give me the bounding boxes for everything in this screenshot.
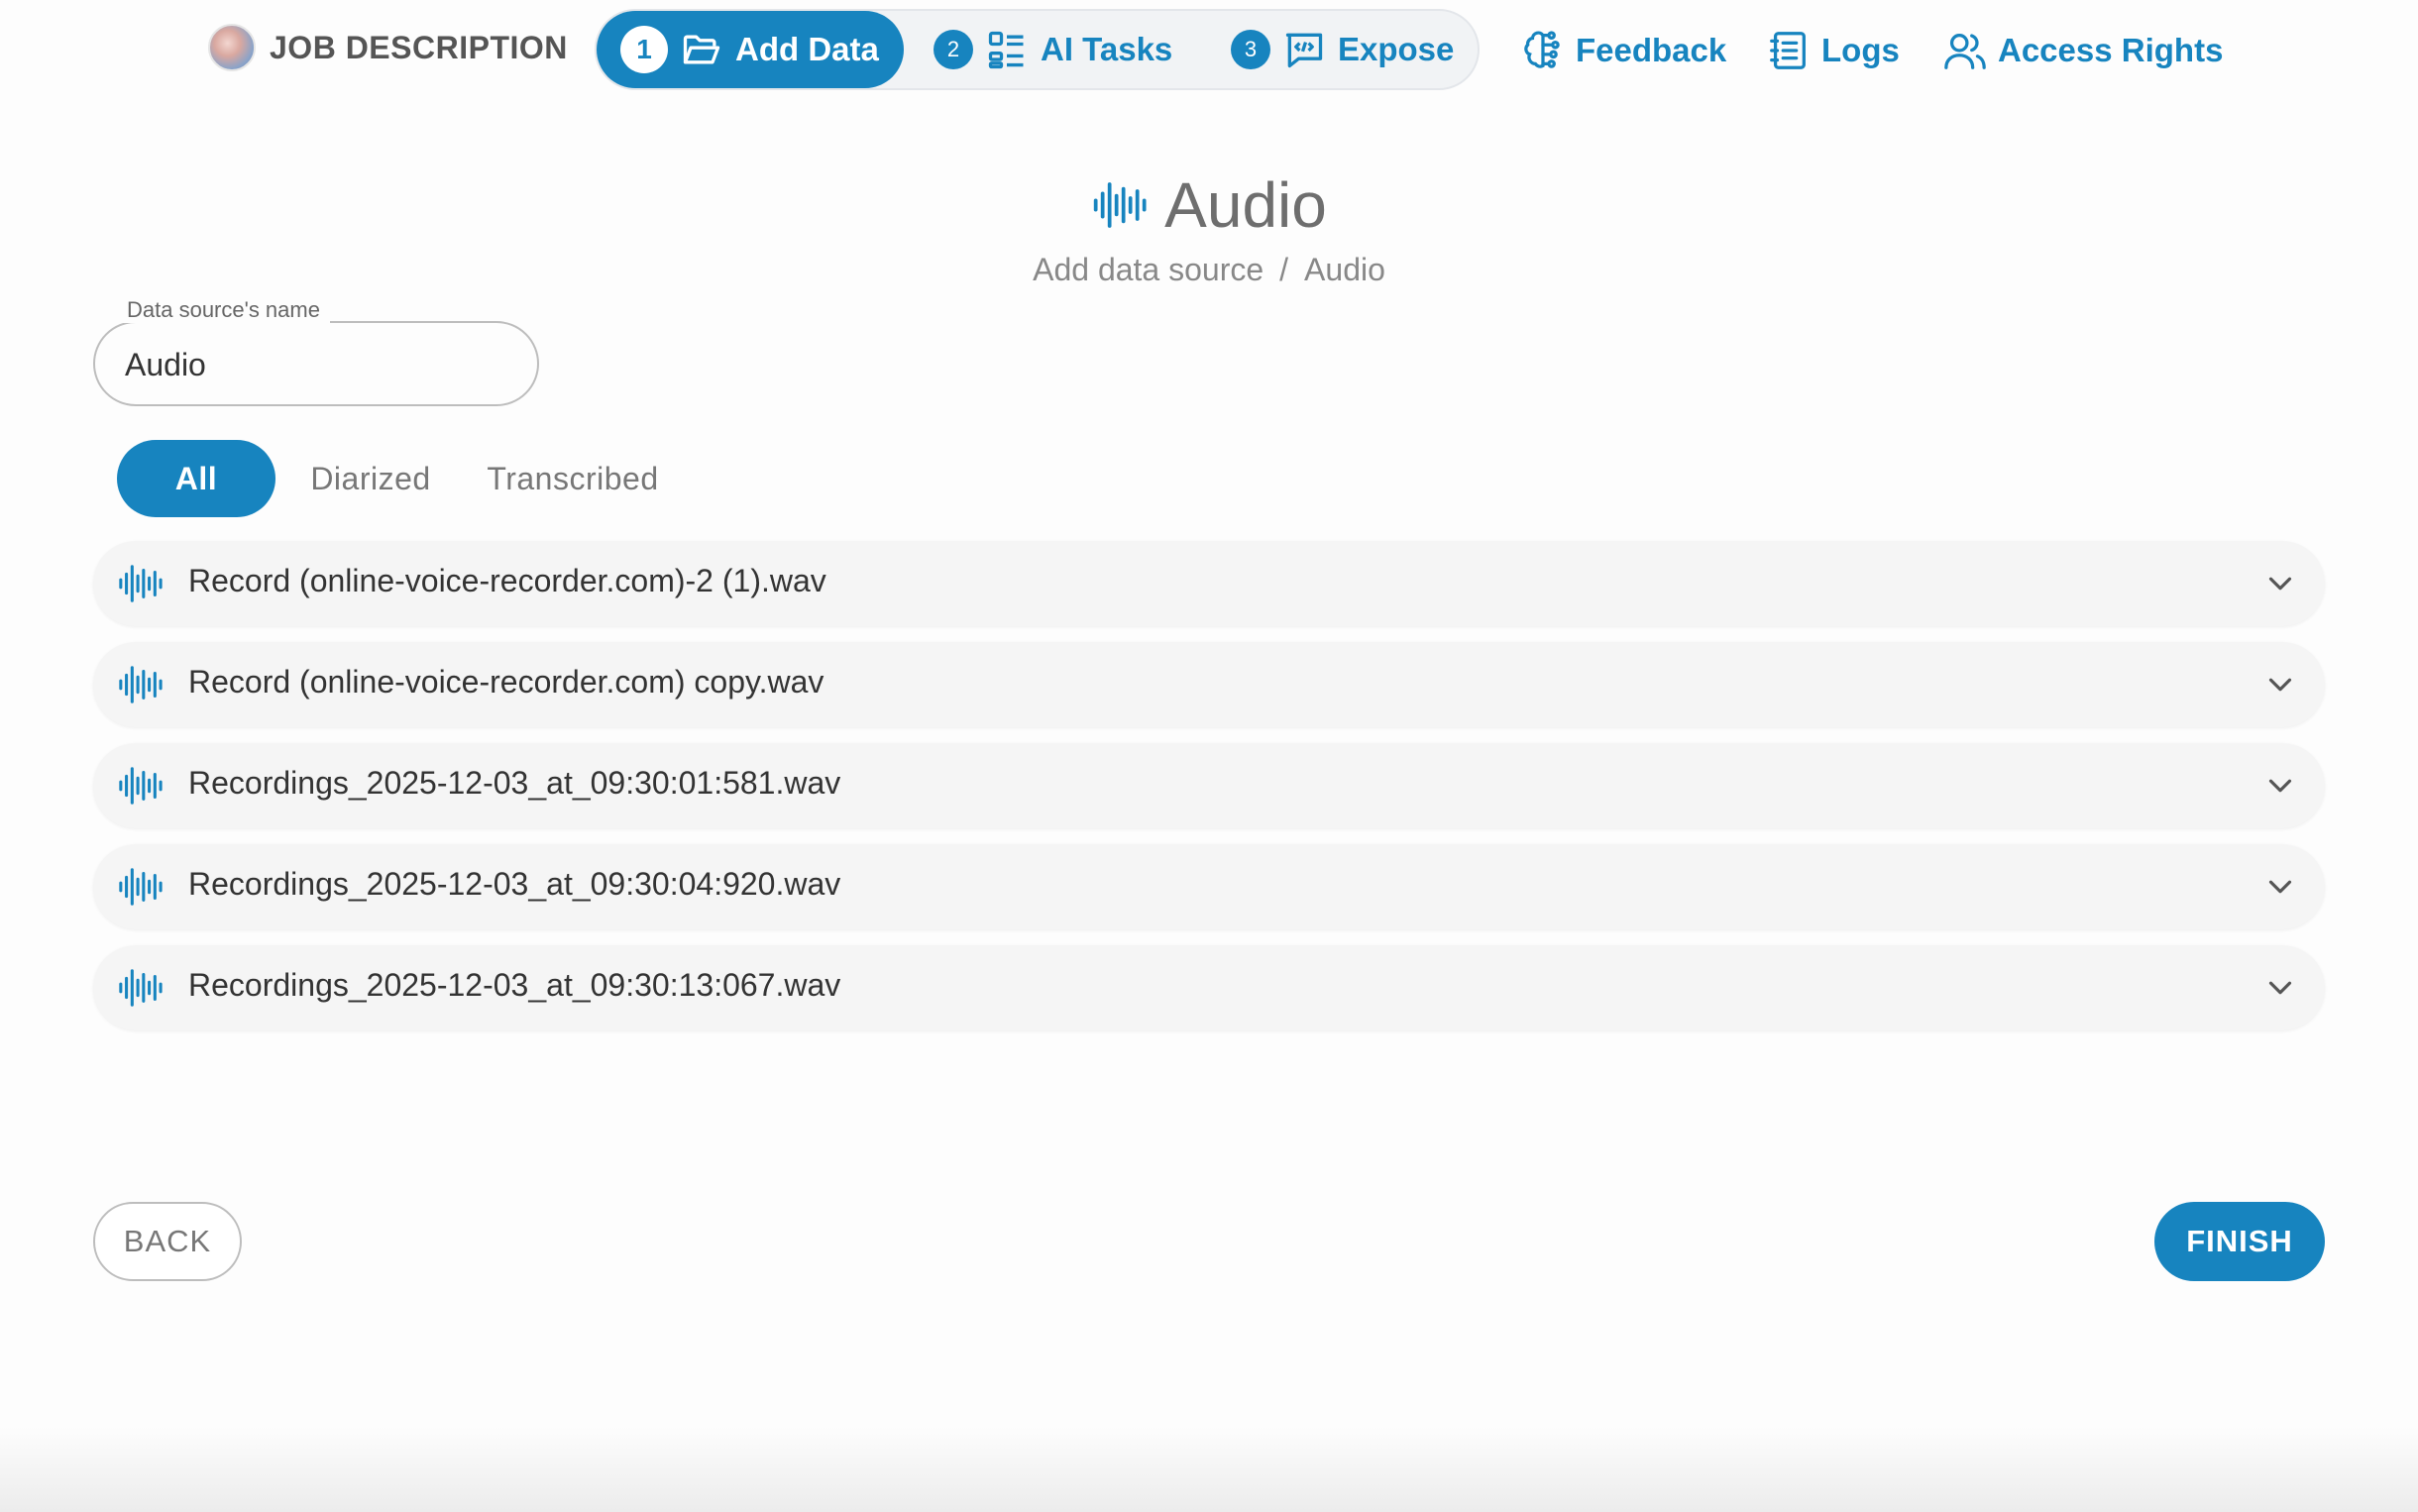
filter-all[interactable]: All <box>117 440 275 517</box>
file-name: Record (online-voice-recorder.com) copy.… <box>188 664 824 700</box>
code-chat-icon <box>1285 33 1323 68</box>
chevron-down-icon[interactable] <box>2261 969 2299 1007</box>
chevron-down-icon[interactable] <box>2261 868 2299 906</box>
logs-link[interactable]: Logs <box>1766 26 1900 75</box>
breadcrumb-item-audio: Audio <box>1304 252 1385 287</box>
brain-icon <box>1524 31 1560 68</box>
file-row[interactable]: Recordings_2025-12-03_at_09:30:13:067.wa… <box>93 945 2325 1030</box>
users-icon <box>1944 34 1986 69</box>
audio-wave-icon <box>117 864 163 910</box>
feedback-link[interactable]: Feedback <box>1520 26 1726 75</box>
step-expose[interactable]: 3 Expose <box>1231 11 1469 88</box>
audio-wave-icon <box>1093 182 1147 228</box>
page-title: Audio <box>0 168 2418 242</box>
notebook-icon <box>1770 32 1806 69</box>
breadcrumb-item-add-data-source[interactable]: Add data source <box>1033 252 1264 287</box>
filter-diarized[interactable]: Diarized <box>291 440 450 517</box>
access-rights-label: Access Rights <box>1998 32 2224 68</box>
data-source-name-input[interactable] <box>125 343 501 386</box>
data-source-name-label: Data source's name <box>117 297 330 323</box>
finish-button[interactable]: FINISH <box>2154 1202 2325 1281</box>
audio-wave-icon <box>117 965 163 1011</box>
top-navigation: JOB DESCRIPTION 1 Add Data 2 AI Tasks 3 … <box>0 0 2418 99</box>
step-number: 1 <box>620 26 668 73</box>
page-title-text: Audio <box>1164 169 1327 241</box>
step-add-data[interactable]: 1 Add Data <box>597 11 904 88</box>
access-rights-link[interactable]: Access Rights <box>1942 26 2223 75</box>
file-row[interactable]: Recordings_2025-12-03_at_09:30:01:581.wa… <box>93 743 2325 828</box>
back-button[interactable]: BACK <box>93 1202 242 1281</box>
step-ai-tasks[interactable]: 2 AI Tasks <box>934 11 1191 88</box>
step-label: Add Data <box>735 31 879 67</box>
list-tasks-icon <box>988 31 1024 69</box>
chevron-down-icon[interactable] <box>2261 565 2299 602</box>
feedback-label: Feedback <box>1576 32 1727 68</box>
logs-label: Logs <box>1821 32 1900 68</box>
step-label: Expose <box>1338 31 1455 67</box>
file-name: Record (online-voice-recorder.com)-2 (1)… <box>188 563 826 598</box>
breadcrumb: Add data source / Audio <box>0 252 2418 288</box>
bottom-shadow <box>0 1427 2418 1512</box>
audio-wave-icon <box>117 763 163 809</box>
job-avatar <box>208 24 256 71</box>
data-source-name-field: Data source's name <box>93 297 539 406</box>
step-number: 3 <box>1231 30 1270 69</box>
audio-wave-icon <box>117 561 163 606</box>
file-row[interactable]: Recordings_2025-12-03_at_09:30:04:920.wa… <box>93 844 2325 929</box>
breadcrumb-separator: / <box>1279 252 1289 287</box>
file-name: Recordings_2025-12-03_at_09:30:13:067.wa… <box>188 967 841 1003</box>
file-name: Recordings_2025-12-03_at_09:30:01:581.wa… <box>188 765 841 801</box>
chevron-down-icon[interactable] <box>2261 767 2299 805</box>
chevron-down-icon[interactable] <box>2261 666 2299 703</box>
job-description-link[interactable]: JOB DESCRIPTION <box>208 24 568 71</box>
job-description-label: JOB DESCRIPTION <box>270 29 568 65</box>
step-number: 2 <box>934 30 973 69</box>
step-label: AI Tasks <box>1041 31 1173 67</box>
file-row[interactable]: Record (online-voice-recorder.com)-2 (1)… <box>93 541 2325 626</box>
folder-open-icon <box>683 35 720 64</box>
filter-transcribed[interactable]: Transcribed <box>474 440 672 517</box>
stepper: 1 Add Data 2 AI Tasks 3 Expose <box>595 9 1480 90</box>
file-name: Recordings_2025-12-03_at_09:30:04:920.wa… <box>188 866 841 902</box>
audio-wave-icon <box>117 662 163 707</box>
file-row[interactable]: Record (online-voice-recorder.com) copy.… <box>93 642 2325 727</box>
